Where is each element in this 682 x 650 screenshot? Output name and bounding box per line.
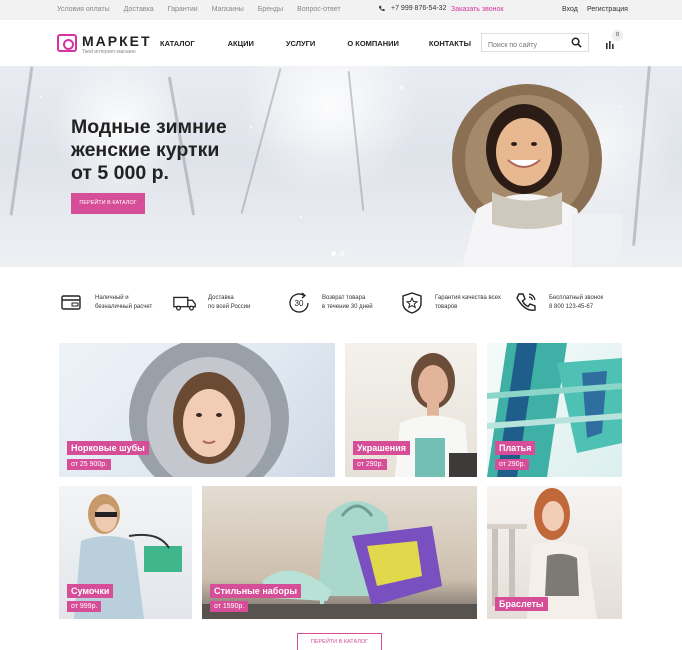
nav-services[interactable]: УСЛУГИ <box>286 39 315 48</box>
handbag-model-image <box>74 494 182 619</box>
tree-trunk <box>9 66 34 216</box>
top-phone[interactable]: +7 999 876-54-32 <box>378 5 446 12</box>
top-link-brands[interactable]: Бренды <box>258 6 283 13</box>
feature-payment: Наличный и безналичный расчет <box>59 290 173 316</box>
accessories-set-image <box>202 501 477 619</box>
feature-line: 8 800 123-45-67 <box>549 304 594 310</box>
top-link-stores[interactable]: Магазины <box>212 6 244 13</box>
top-link-payment[interactable]: Условия оплаты <box>57 6 110 13</box>
feature-quality: Гарантия качества всех товаров <box>399 290 525 316</box>
category-tile-handbags[interactable]: Сумочки от 999р. <box>59 486 192 619</box>
hero-catalog-button[interactable]: ПЕРЕЙТИ В КАТАЛОГ <box>71 193 145 214</box>
feature-return: 30 Возврат товара в течение 30 дней <box>286 290 400 316</box>
category-tile-fur-coats[interactable]: Норковые шубы от 25 900р. <box>59 343 335 477</box>
search-input[interactable] <box>482 37 567 54</box>
hero-title-line: женские куртки <box>71 139 220 161</box>
features-row: Наличный и безналичный расчет Доставка по … <box>0 290 682 322</box>
feature-free-call: Бесплатный звонок 8 800 123-45-67 <box>513 290 627 316</box>
feature-line: по всей России <box>208 304 251 310</box>
slider-dot-1[interactable] <box>331 251 336 256</box>
tile-label: Украшения <box>353 441 410 455</box>
feature-line: Наличный и <box>95 295 129 301</box>
callback-link[interactable]: Заказать звонок <box>451 6 503 13</box>
nav-about[interactable]: О КОМПАНИИ <box>347 39 399 48</box>
svg-text:30: 30 <box>295 299 304 308</box>
logo-mark-icon <box>57 34 77 52</box>
tile-price: от 290р. <box>353 459 388 470</box>
cart-button[interactable]: 0 <box>605 30 623 54</box>
hero-title: Модные зимние женские куртки от 5 000 р. <box>71 116 227 185</box>
phone-number: +7 999 876-54-32 <box>391 5 447 12</box>
catalog-button[interactable]: ПЕРЕЙТИ В КАТАЛОГ <box>297 633 382 650</box>
tile-label: Сумочки <box>67 584 114 598</box>
category-tile-jewelry[interactable]: Украшения от 290р. <box>345 343 477 477</box>
logo-tagline: Твой интернет-магазин <box>82 49 136 55</box>
snowflake <box>250 126 252 128</box>
nav-contacts[interactable]: КОНТАКТЫ <box>429 39 471 48</box>
return-30-icon: 30 <box>286 290 312 316</box>
dresses-image <box>487 343 622 477</box>
feature-line: Гарантия качества всех <box>435 295 501 301</box>
card-icon <box>59 290 85 316</box>
top-bar: Условия оплаты Доставка Гарантии Магазин… <box>0 0 682 20</box>
hero-banner: Модные зимние женские куртки от 5 000 р.… <box>0 66 682 267</box>
hero-title-line: Модные зимние <box>71 116 227 138</box>
snowflake <box>400 86 403 89</box>
tile-label: Норковые шубы <box>67 441 149 455</box>
fur-coat-image <box>129 343 289 477</box>
tile-price: от 25 900р. <box>67 459 112 470</box>
category-tile-sets[interactable]: Стильные наборы от 1590р. <box>202 486 477 619</box>
cart-icon <box>606 41 614 49</box>
truck-icon <box>172 290 198 316</box>
tile-label: Браслеты <box>495 597 548 611</box>
top-links: Условия оплаты Доставка Гарантии Магазин… <box>57 6 355 13</box>
cart-count-badge: 0 <box>612 30 623 41</box>
feature-delivery: Доставка по всей России <box>172 290 286 316</box>
feature-line: безналичный расчет <box>95 304 153 310</box>
top-link-faq[interactable]: Вопрос-ответ <box>297 6 340 13</box>
slider-dot-2[interactable] <box>340 251 345 256</box>
snowflake <box>300 216 302 218</box>
login-link[interactable]: Вход <box>562 6 578 13</box>
tree-trunk <box>347 71 365 211</box>
feature-line: Бесплатный звонок <box>549 295 604 301</box>
category-tile-dresses[interactable]: Платья от 290р. <box>487 343 622 477</box>
phone-icon <box>379 5 385 12</box>
logo-name: МАРКЕТ <box>82 33 152 49</box>
hero-title-line: от 5 000 р. <box>71 162 169 184</box>
tile-label: Платья <box>495 441 536 455</box>
tile-label: Стильные наборы <box>210 584 301 598</box>
tile-price: от 290р. <box>495 459 530 470</box>
snowflake <box>40 96 42 98</box>
slider-dots <box>331 251 345 256</box>
feature-line: в течение 30 дней <box>322 304 373 310</box>
tree-trunk <box>632 66 651 246</box>
phone-icon <box>513 290 539 316</box>
feature-line: Возврат товара <box>322 295 366 301</box>
nav-promotions[interactable]: АКЦИИ <box>228 39 254 48</box>
feature-line: Доставка <box>208 295 234 301</box>
tile-price: от 1590р. <box>210 601 249 612</box>
top-link-guarantee[interactable]: Гарантии <box>168 6 198 13</box>
logo[interactable]: МАРКЕТ Твой интернет-магазин <box>57 34 152 55</box>
tile-price: от 999р. <box>67 601 102 612</box>
nav-catalog[interactable]: КАТАЛОГ <box>160 39 195 48</box>
header: МАРКЕТ Твой интернет-магазин КАТАЛОГ АКЦ… <box>0 20 682 66</box>
register-link[interactable]: Регистрация <box>587 6 628 13</box>
category-tile-bracelets[interactable]: Браслеты <box>487 486 622 619</box>
search-box <box>481 33 589 54</box>
jewelry-model-image <box>395 353 477 477</box>
search-icon[interactable] <box>571 37 582 48</box>
feature-line: товаров <box>435 304 458 310</box>
hero-model-image <box>452 84 622 267</box>
tree-trunk <box>240 68 282 214</box>
quality-star-icon <box>399 290 425 316</box>
top-link-delivery[interactable]: Доставка <box>124 6 154 13</box>
main-nav: КАТАЛОГ АКЦИИ УСЛУГИ О КОМПАНИИ КОНТАКТЫ <box>160 39 471 48</box>
